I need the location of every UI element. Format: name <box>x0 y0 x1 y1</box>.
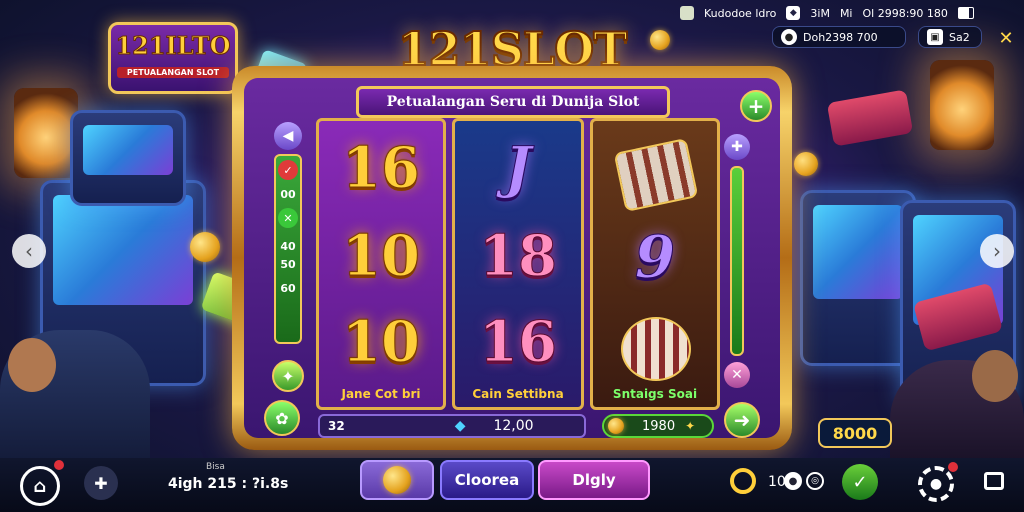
account-label: Bisa <box>206 462 225 472</box>
coin-icon <box>383 466 411 494</box>
reel-2-symbol-top: J <box>504 135 532 202</box>
info-button[interactable]: ◀ <box>274 122 302 150</box>
green-line-button[interactable]: ✕ <box>278 208 298 228</box>
check-button[interactable]: ✓ <box>842 464 878 500</box>
diamond-icon: ◆ <box>454 418 466 434</box>
user-icon: ● <box>781 29 797 45</box>
left-arcade-cabinet-back <box>70 110 186 206</box>
play-button-label: Dlgly <box>572 471 616 489</box>
bet-label: 32 <box>328 419 345 433</box>
right-control-panel: + ✚ ✕ <box>722 90 772 440</box>
reel-2-symbol-bottom: 16 <box>479 309 558 376</box>
coin-barrel-icon <box>621 317 691 381</box>
left-control-panel: ◀ ✓ 00 ✕ 40 50 60 ✦ <box>268 122 308 418</box>
ring-icon[interactable] <box>730 468 756 494</box>
small-pill[interactable]: ▣ Sa2 <box>918 26 982 48</box>
close-icon[interactable]: ✕ <box>996 28 1016 49</box>
red-line-button[interactable]: ✓ <box>278 160 298 180</box>
bet-value: 12,00 <box>493 418 534 434</box>
status-item-3: Mi <box>839 6 853 20</box>
right-arcade-cabinet <box>800 190 916 366</box>
left-player-head <box>8 338 56 392</box>
game-subtitle: Petualangan Seru di Dunija Slot <box>386 94 640 110</box>
credit-badge: 8000 <box>818 418 892 448</box>
sparkle-icon: ✦ <box>685 419 696 433</box>
wallet-icon: ▣ <box>927 29 943 45</box>
reel-2-label: Cain Settibna <box>472 387 564 401</box>
treasure-chest-icon <box>613 137 699 213</box>
balance-pill[interactable]: ● Doh2398 700 <box>772 26 906 48</box>
floating-coin <box>650 30 670 50</box>
message-icon[interactable] <box>984 472 1004 490</box>
next-arrow-button[interactable]: › <box>980 234 1014 268</box>
tag-icon <box>680 6 694 20</box>
home-button[interactable]: ⌂ <box>20 466 60 506</box>
floating-coin <box>190 232 220 262</box>
line-value-3: 50 <box>280 258 296 271</box>
coin-button[interactable] <box>360 460 434 500</box>
line-value-2: 40 <box>280 240 296 253</box>
brand-logo-title: 121ILTO <box>115 31 231 61</box>
confirm-button[interactable]: Cloorea <box>440 460 534 500</box>
star-button[interactable]: ✦ <box>272 360 304 392</box>
reel-2: J 18 16 Cain Settibna <box>452 118 584 410</box>
status-item-1: Kudodoe ldro <box>704 6 777 20</box>
top-status-bar: Kudodoe ldro ◆ 3iM Mi Ol 2998:90 180 <box>680 4 1020 22</box>
app-icon: ◆ <box>786 6 801 20</box>
right-lamp-decoration <box>930 60 994 150</box>
win-field: 1980 ✦ <box>602 414 714 438</box>
reel-1-symbol-top: 16 <box>342 135 421 202</box>
balance-value: Doh2398 700 <box>803 30 878 44</box>
right-player-head <box>972 350 1018 402</box>
spin-arrow-button[interactable]: ➜ <box>724 402 760 438</box>
win-value: 1980 <box>642 418 676 434</box>
reel-1: 16 10 10 Jane Cot bri <box>316 118 446 410</box>
coin-icon <box>608 418 624 434</box>
bet-field[interactable]: 32 ◆ 12,00 <box>318 414 586 438</box>
status-item-2: 3iM <box>810 6 830 20</box>
notification-badge <box>54 460 64 470</box>
bet-plus-button[interactable]: ✚ <box>724 134 750 160</box>
floating-coin <box>794 152 818 176</box>
small-pill-value: Sa2 <box>949 30 970 44</box>
credit-value: 8000 <box>832 423 878 443</box>
reel-2-symbol-middle: 18 <box>479 223 558 290</box>
brand-logo-subtitle: PETUALANGAN SLOT <box>117 67 229 78</box>
line-value-4: 60 <box>280 282 296 295</box>
line-value-1: 00 <box>280 188 296 201</box>
settings-small-icon[interactable]: ◎ <box>806 472 824 490</box>
left-lamp-decoration <box>14 88 78 178</box>
reel-1-label: Jane Cot bri <box>341 387 421 401</box>
reel-3-label: Sntaigs Soai <box>612 387 698 401</box>
play-button[interactable]: Dlgly <box>538 460 650 500</box>
reel-3-symbol-middle: 9 <box>634 223 676 292</box>
left-coin-button[interactable]: ✿ <box>264 400 300 436</box>
gear-alert-badge <box>948 462 958 472</box>
reel-1-symbol-bottom: 10 <box>342 309 421 376</box>
favorite-button[interactable]: ✚ <box>84 466 118 500</box>
prev-arrow-button[interactable]: ‹ <box>12 234 46 268</box>
right-bonus-box-decoration <box>826 89 914 147</box>
battery-icon <box>957 7 974 19</box>
bet-minus-button[interactable]: ✕ <box>724 362 750 388</box>
reel-1-symbol-middle: 10 <box>342 223 421 290</box>
gear-icon[interactable]: ● <box>918 466 954 502</box>
add-button[interactable]: + <box>740 90 772 122</box>
status-item-4: Ol 2998:90 180 <box>862 6 948 20</box>
brand-logo: 121ILTO PETUALANGAN SLOT <box>108 22 238 94</box>
account-value: 4igh 215 : ?i.8s <box>168 476 289 492</box>
bet-level-slider[interactable] <box>730 166 744 356</box>
confirm-button-label: Cloorea <box>454 471 520 489</box>
chat-bubble-icon[interactable]: ● <box>784 472 802 490</box>
reel-3: 9 Sntaigs Soai <box>590 118 720 410</box>
game-subtitle-banner: Petualangan Seru di Dunija Slot <box>356 86 670 118</box>
